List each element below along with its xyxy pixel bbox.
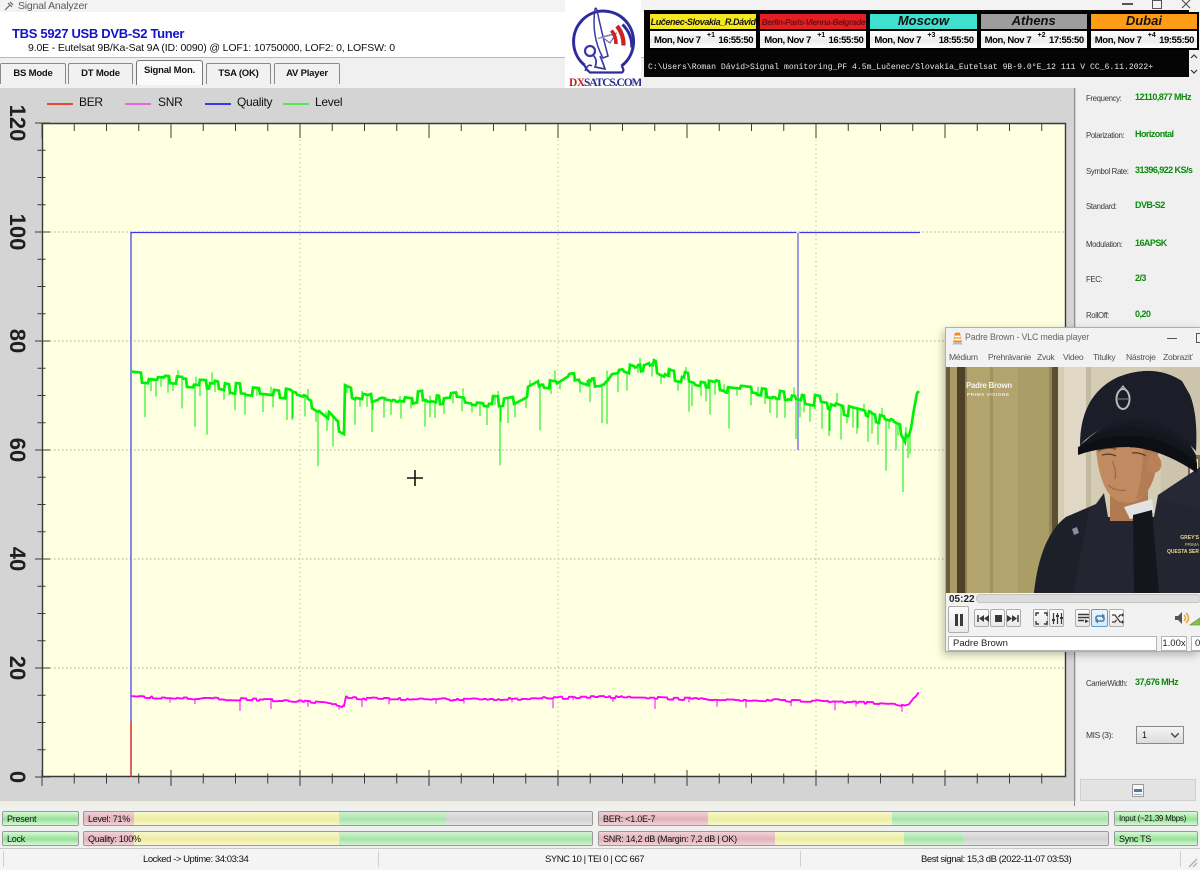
svg-text:40: 40 bbox=[5, 547, 30, 571]
svg-text:QUESTA SER: QUESTA SER bbox=[1167, 549, 1199, 555]
svg-text:Padre Brown: Padre Brown bbox=[966, 381, 1012, 390]
svg-text:100: 100 bbox=[5, 214, 30, 251]
svg-text:PRIMA VISIONE: PRIMA VISIONE bbox=[967, 392, 1010, 398]
svg-text:60: 60 bbox=[5, 438, 30, 462]
svg-text:80: 80 bbox=[5, 329, 30, 353]
svg-text:20: 20 bbox=[5, 656, 30, 680]
svg-text:PRIMA: PRIMA bbox=[1185, 542, 1199, 547]
svg-text:0: 0 bbox=[5, 771, 30, 783]
svg-text:GREY'S: GREY'S bbox=[1180, 535, 1199, 541]
